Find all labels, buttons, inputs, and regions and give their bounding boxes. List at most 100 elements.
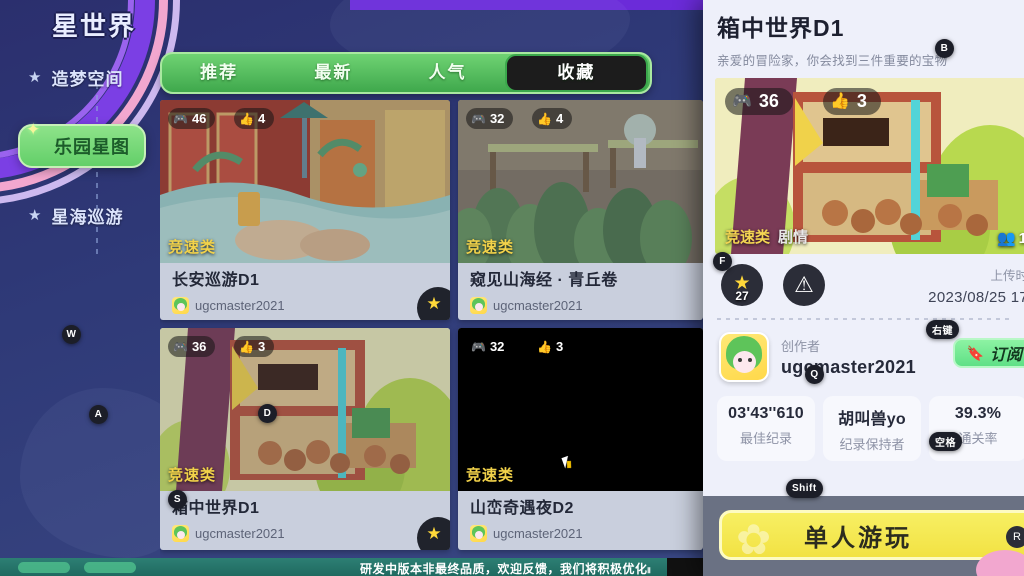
detail-title: 箱中世界D1 bbox=[717, 15, 845, 41]
level-meta: 山峦奇遇夜D2 ugcmaster2021 bbox=[458, 491, 703, 548]
genre-primary: 竞速类 bbox=[725, 229, 771, 246]
creator-label: 创作者 bbox=[781, 339, 821, 354]
play-count-badge: 🎮 36 bbox=[725, 88, 793, 115]
creator-name: ugcmaster2021 bbox=[781, 357, 916, 377]
author-name: ugcmaster2021 bbox=[195, 526, 285, 542]
avatar bbox=[172, 525, 189, 543]
star-icon: ★ bbox=[426, 524, 442, 543]
play-count: 32 bbox=[489, 339, 505, 354]
key-hint-left: A bbox=[89, 405, 108, 424]
key-hint-shift: Shift bbox=[786, 479, 823, 498]
creator-text: 创作者 ugcmaster2021 bbox=[781, 336, 916, 378]
tab-latest[interactable]: 最新 bbox=[276, 54, 390, 92]
tab-popular[interactable]: 人气 bbox=[390, 54, 504, 92]
stat-best-record: 03'43''610 最佳纪录 bbox=[717, 396, 815, 461]
bottom-notice-banner: 研发中版本非最终品质，欢迎反馈，我们将积极优化။ bbox=[0, 558, 703, 576]
genre-label: 竞速类 bbox=[168, 467, 217, 484]
stat-clear-rate: 39.3% 通关率 bbox=[929, 396, 1024, 461]
avatar bbox=[470, 525, 487, 543]
subscribe-label: 订阅 bbox=[989, 347, 1022, 364]
gamepad-icon: 🎮 bbox=[471, 339, 486, 354]
thumbs-up-icon: 👍 bbox=[239, 339, 254, 354]
level-card[interactable]: 🎮 32 👍 3 竞速类 山峦奇遇夜D2 ugcmaster2021 bbox=[458, 328, 703, 550]
upload-info: 上传时 2023/08/25 17 bbox=[928, 265, 1024, 306]
tab-favorites[interactable]: 收藏 bbox=[504, 54, 648, 92]
level-detail-panel: 箱中世界D1 亲爱的冒险家，你会找到三件重要的宝物 🎮 36 👍 3 竞速类 剧… bbox=[703, 0, 1024, 576]
button-watermark-icon: ✿ bbox=[736, 516, 772, 560]
sidebar-item-dream-space[interactable]: ★ 造梦空间 bbox=[14, 58, 164, 96]
sidebar: ★ 造梦空间 ✦ 乐园星图 ★ 星海巡游 bbox=[14, 58, 164, 262]
favorite-button[interactable]: ★ 27 bbox=[721, 264, 763, 306]
level-card[interactable]: 🎮 46 👍 4 竞速类 长安巡游D1 ugcmaster2021 ★ bbox=[160, 100, 450, 320]
single-player-button[interactable]: ✿ 单人游玩 R bbox=[719, 510, 1024, 560]
creator-section: 创作者 ugcmaster2021 🔖 订阅 bbox=[719, 332, 1024, 382]
genre-label: 竞速类 bbox=[466, 467, 515, 484]
creator-avatar[interactable] bbox=[719, 332, 769, 382]
avatar bbox=[172, 297, 189, 315]
level-title: 长安巡游D1 bbox=[172, 272, 260, 289]
banner-decor-left bbox=[18, 562, 70, 573]
author-name: ugcmaster2021 bbox=[493, 526, 583, 542]
thumbs-up-icon: 👍 bbox=[537, 111, 552, 126]
genre-label: 竞速类 bbox=[168, 239, 217, 256]
content-tabs: 推荐 最新 人气 收藏 bbox=[160, 52, 652, 94]
like-count-badge: 👍 3 bbox=[234, 336, 275, 357]
play-count: 32 bbox=[489, 111, 505, 126]
page-title: 星世界 bbox=[52, 11, 137, 41]
sidebar-item-label: 造梦空间 bbox=[51, 69, 124, 89]
stat-value: 03'43''610 bbox=[728, 405, 804, 422]
thumbs-up-icon: 👍 bbox=[830, 92, 850, 110]
upload-label: 上传时 bbox=[990, 269, 1024, 283]
play-count-badge: 🎮 36 bbox=[168, 336, 216, 357]
like-count-badge: 👍 4 bbox=[234, 108, 275, 129]
key-hint-right: D bbox=[258, 404, 277, 423]
sidebar-item-star-sea-tour[interactable]: ★ 星海巡游 bbox=[14, 196, 164, 234]
detail-genres: 竞速类 剧情 bbox=[725, 226, 808, 247]
stat-label: 最佳纪录 bbox=[739, 431, 792, 446]
upload-date: 2023/08/25 17 bbox=[928, 289, 1024, 306]
people-icon: 👥 bbox=[996, 230, 1016, 247]
key-hint-favorite: F bbox=[713, 252, 732, 271]
star-icon: ★ bbox=[426, 294, 442, 313]
key-hint-up: W bbox=[62, 325, 81, 344]
like-count: 3 bbox=[555, 339, 564, 354]
level-title: 箱中世界D1 bbox=[172, 500, 260, 517]
level-card[interactable]: 🎮 32 👍 4 竞速类 窥见山海经 · 青丘卷 ugcmaster2021 bbox=[458, 100, 703, 320]
favorite-count: 27 bbox=[735, 289, 749, 303]
tab-recommended[interactable]: 推荐 bbox=[162, 54, 276, 92]
like-count: 3 bbox=[257, 339, 266, 354]
gamepad-icon: 🎮 bbox=[471, 111, 486, 126]
author-name: ugcmaster2021 bbox=[493, 298, 583, 314]
stat-record-holder: 胡叫兽yo 纪录保持者 bbox=[823, 396, 921, 461]
star-icon: ★ bbox=[28, 68, 42, 86]
detail-thumbnail[interactable]: 🎮 36 👍 3 竞速类 剧情 👥 1 bbox=[715, 78, 1024, 254]
subscribe-button[interactable]: 🔖 订阅 bbox=[952, 338, 1024, 368]
thumbs-up-icon: 👍 bbox=[239, 111, 254, 126]
bookmark-icon: 🔖 bbox=[966, 344, 984, 361]
like-count: 4 bbox=[555, 111, 564, 126]
stat-value: 39.3% bbox=[954, 405, 1002, 422]
level-meta: 窥见山海经 · 青丘卷 ugcmaster2021 bbox=[458, 263, 703, 320]
play-button-label: 单人游玩 bbox=[804, 524, 912, 552]
gamepad-icon: 🎮 bbox=[173, 339, 188, 354]
level-author: ugcmaster2021 bbox=[172, 297, 440, 315]
like-count-badge: 👍 3 bbox=[532, 336, 572, 357]
star-icon: ★ bbox=[28, 206, 42, 224]
play-count: 46 bbox=[191, 111, 207, 126]
gamepad-icon: 🎮 bbox=[173, 111, 188, 126]
like-count-badge: 👍 4 bbox=[532, 108, 573, 129]
level-meta: 长安巡游D1 ugcmaster2021 bbox=[160, 263, 450, 320]
level-card[interactable]: 🎮 36 👍 3 竞速类 箱中世界D1 ugcmaster2021 ★ bbox=[160, 328, 450, 550]
detail-subtitle: 亲爱的冒险家，你会找到三件重要的宝物 bbox=[717, 54, 948, 68]
avatar-eyes bbox=[738, 358, 752, 362]
sidebar-item-park-map[interactable]: ✦ 乐园星图 bbox=[18, 121, 146, 168]
like-count: 3 bbox=[856, 91, 867, 111]
level-author: ugcmaster2021 bbox=[470, 525, 693, 543]
key-hint-down: S bbox=[168, 490, 187, 509]
key-hint-right-click: 右键 bbox=[926, 320, 959, 339]
play-bar: ✿ 单人游玩 R bbox=[703, 496, 1024, 576]
detail-stats: 03'43''610 最佳纪录 胡叫兽yo 纪录保持者 39.3% 通关率 bbox=[717, 396, 1024, 461]
report-button[interactable]: ⚠ bbox=[783, 264, 825, 306]
sidebar-item-label: 星海巡游 bbox=[51, 207, 124, 227]
like-count-badge: 👍 3 bbox=[823, 88, 881, 115]
